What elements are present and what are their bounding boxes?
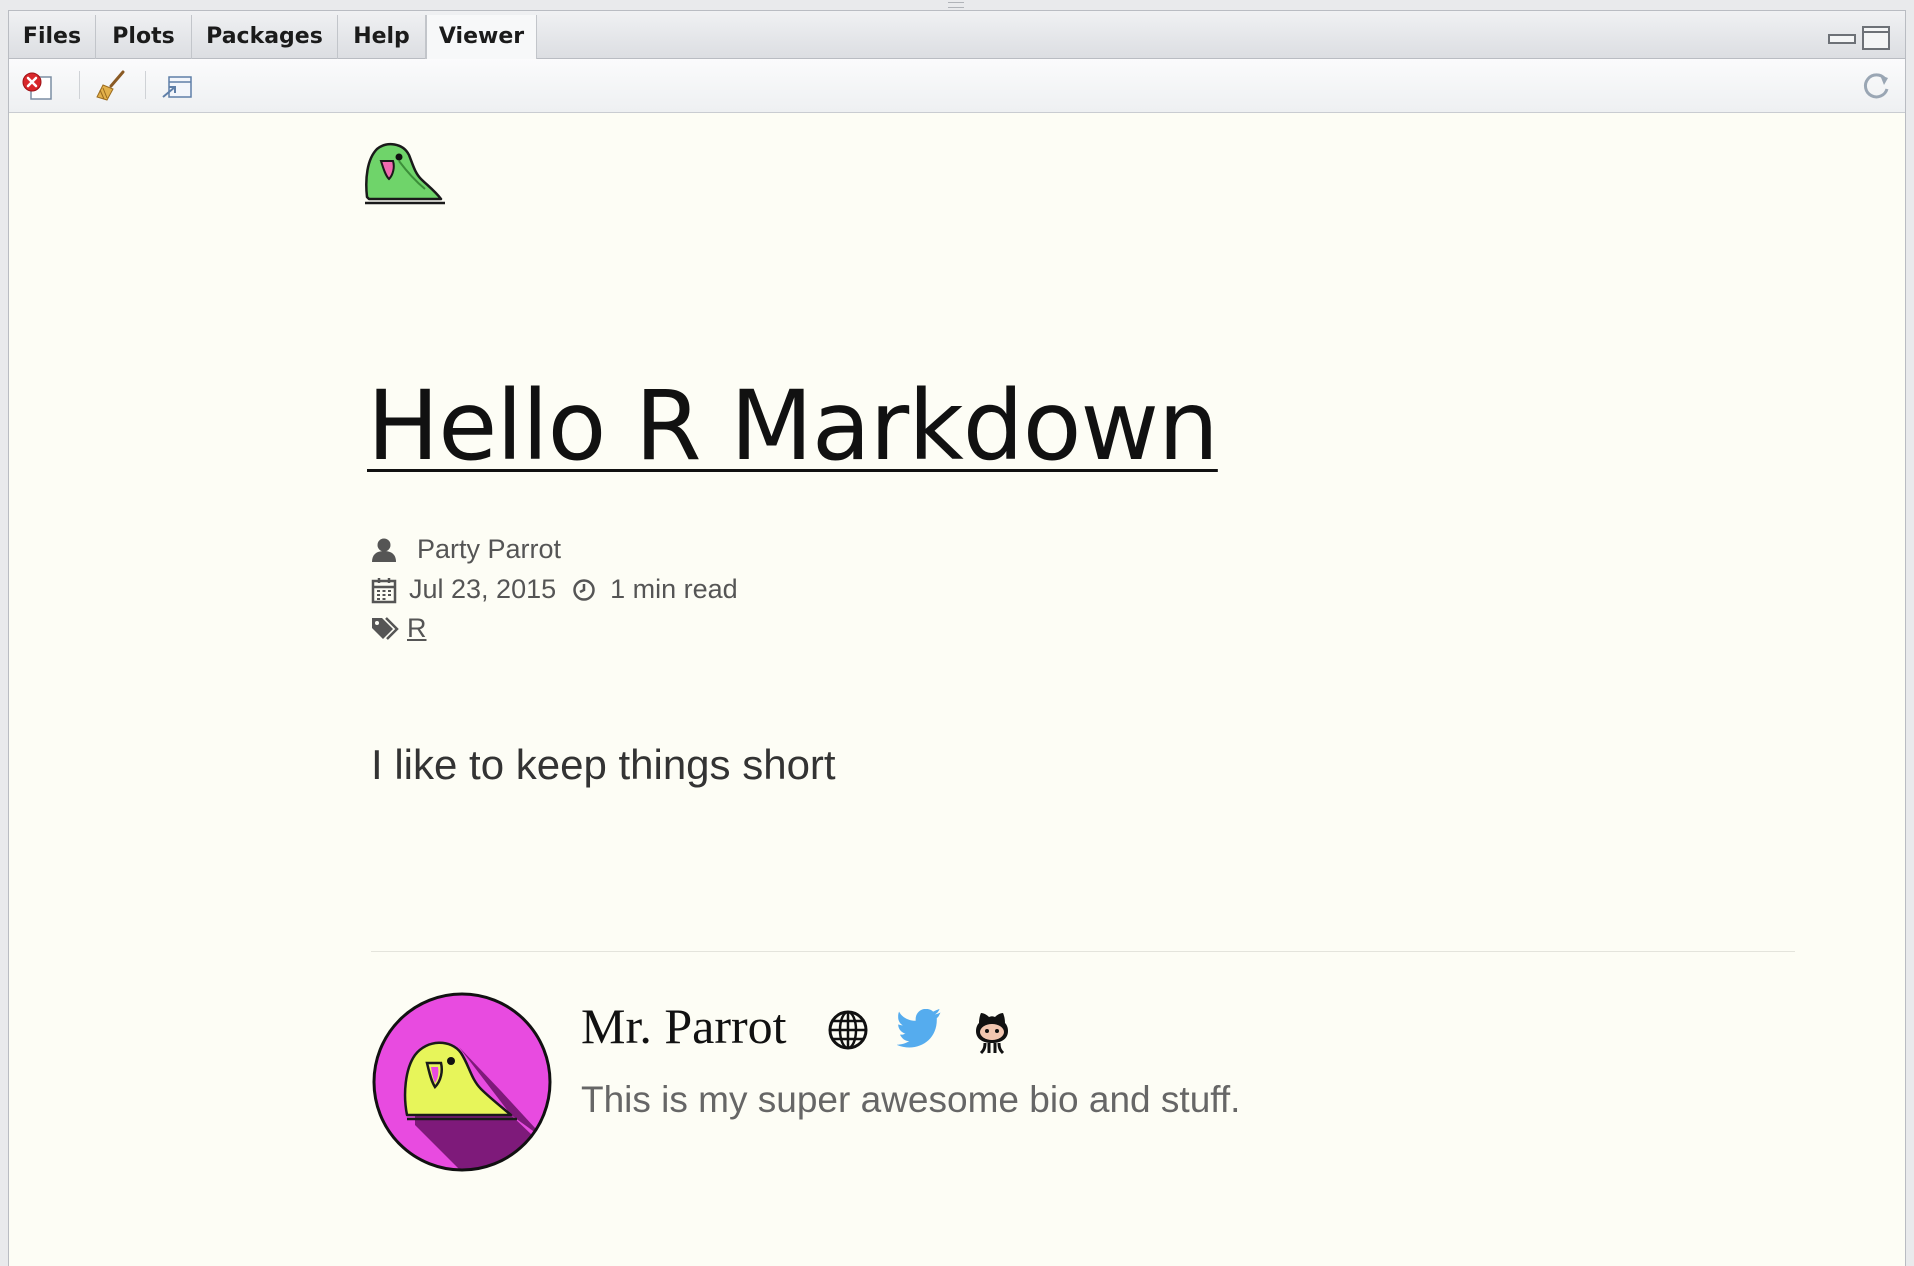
tab-help[interactable]: Help [338,15,426,59]
clear-all-icon[interactable] [93,69,129,103]
refresh-icon[interactable] [1859,69,1895,103]
author-bio: This is my super awesome bio and stuff. [581,1079,1241,1120]
viewer-toolbar [9,59,1905,113]
twitter-icon[interactable] [897,1009,943,1049]
maximize-icon[interactable] [1861,25,1891,51]
calendar-icon [371,577,397,603]
tags-icon [372,616,399,640]
post-tags-row: R [371,613,427,644]
tab-viewer[interactable]: Viewer [426,15,537,60]
user-icon [372,538,396,562]
github-icon[interactable] [971,1009,1013,1055]
tab-plots[interactable]: Plots [96,15,192,59]
globe-icon[interactable] [827,1009,869,1051]
author-divider [371,951,1795,952]
post-date: Jul 23, 2015 [409,574,557,604]
remove-viewer-icon[interactable] [19,69,55,103]
site-logo-parrot-icon[interactable] [363,139,445,205]
post-title[interactable]: Hello R Markdown [367,371,1219,481]
tag-link-r[interactable]: R [407,613,427,644]
post-date-row: Jul 23, 2015 1 min read [371,574,738,605]
show-in-window-icon[interactable] [159,69,195,103]
post-body: I like to keep things short [371,741,836,788]
viewer-content: Hello R Markdown Party Parrot Jul 23, 20… [9,113,1905,1266]
pane-splitter-grip[interactable] [948,2,964,8]
pane-tab-bar: Files Plots Packages Help Viewer [9,11,1905,60]
author-name: Mr. Parrot [581,998,787,1054]
post-author-row: Party Parrot [371,534,561,565]
viewer-pane: Files Plots Packages Help Viewer Hello R… [8,10,1906,1266]
toolbar-separator [79,71,80,99]
tab-files[interactable]: Files [9,15,96,59]
author-avatar [372,992,552,1172]
toolbar-separator [145,71,146,99]
tab-packages[interactable]: Packages [192,15,338,59]
post-reading-time: 1 min read [610,574,738,604]
clock-icon [573,578,595,601]
minimize-icon[interactable] [1827,25,1857,49]
post-author: Party Parrot [417,534,562,564]
